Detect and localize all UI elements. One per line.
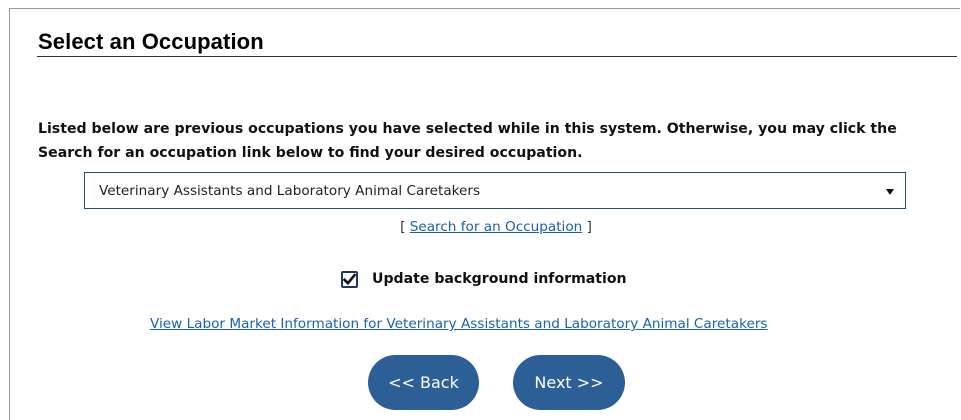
back-button[interactable]: << Back	[368, 355, 479, 410]
page-title: Select an Occupation	[38, 29, 264, 54]
update-background-row: Update background information	[341, 268, 627, 290]
instructions-text: Listed below are previous occupations yo…	[38, 121, 897, 161]
search-occupation-row: [ Search for an Occupation ]	[0, 219, 961, 235]
next-button[interactable]: Next >>	[513, 355, 625, 410]
caret-down-icon	[886, 189, 894, 195]
title-divider	[37, 56, 957, 57]
checkmark-icon	[343, 272, 356, 285]
search-occupation-link[interactable]: Search for an Occupation	[410, 219, 583, 235]
update-background-label: Update background information	[372, 271, 627, 287]
occupation-select[interactable]: Veterinary Assistants and Laboratory Ani…	[84, 172, 906, 209]
open-bracket: [	[400, 219, 406, 235]
update-background-checkbox[interactable]	[341, 270, 358, 288]
close-bracket: ]	[586, 219, 592, 235]
labor-market-info-link[interactable]: View Labor Market Information for Veteri…	[150, 316, 768, 332]
occupation-select-value: Veterinary Assistants and Laboratory Ani…	[99, 183, 481, 199]
content-frame	[9, 8, 960, 420]
